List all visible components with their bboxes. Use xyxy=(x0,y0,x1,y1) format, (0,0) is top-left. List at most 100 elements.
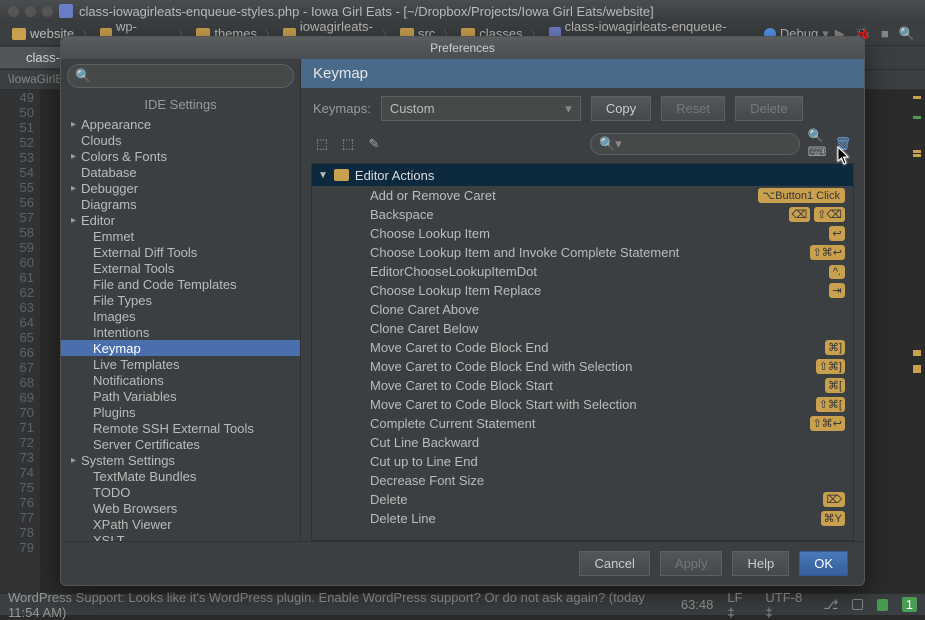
line-number[interactable]: 60 xyxy=(6,255,34,270)
file-encoding[interactable]: UTF-8 ‡ xyxy=(765,590,809,620)
settings-tree-item[interactable]: Server Certificates xyxy=(61,436,300,452)
settings-search-input[interactable] xyxy=(67,64,294,88)
action-row[interactable]: Delete⌦ xyxy=(312,490,853,509)
action-row[interactable]: Cut up to Line End xyxy=(312,452,853,471)
line-number[interactable]: 62 xyxy=(6,285,34,300)
action-row[interactable]: Move Caret to Code Block End with Select… xyxy=(312,357,853,376)
line-number[interactable]: 79 xyxy=(6,540,34,555)
settings-tree-item[interactable]: File and Code Templates xyxy=(61,276,300,292)
action-row[interactable]: Decrease Font Size xyxy=(312,471,853,490)
find-by-shortcut-icon[interactable]: 🔍⌨ xyxy=(808,135,826,153)
action-row[interactable]: Cut Line Backward xyxy=(312,433,853,452)
line-number[interactable]: 67 xyxy=(6,360,34,375)
action-row[interactable]: Backspace⌫⇧⌫ xyxy=(312,205,853,224)
action-category-row[interactable]: ▼ Editor Actions xyxy=(312,164,853,186)
line-number[interactable]: 68 xyxy=(6,375,34,390)
line-number[interactable]: 72 xyxy=(6,435,34,450)
cancel-button[interactable]: Cancel xyxy=(579,551,649,576)
status-message[interactable]: WordPress Support: Looks like it's WordP… xyxy=(8,590,653,620)
help-button[interactable]: Help xyxy=(732,551,789,576)
line-number[interactable]: 59 xyxy=(6,240,34,255)
action-row[interactable]: Choose Lookup Item and Invoke Complete S… xyxy=(312,243,853,262)
ok-button[interactable]: OK xyxy=(799,551,848,576)
line-number[interactable]: 51 xyxy=(6,120,34,135)
settings-tree-item[interactable]: ▸Editor xyxy=(61,212,300,228)
line-number[interactable]: 66 xyxy=(6,345,34,360)
trash-icon[interactable]: 🗑 xyxy=(834,135,852,153)
keymap-select[interactable]: Custom ▾ xyxy=(381,96,581,121)
settings-tree-item[interactable]: Database xyxy=(61,164,300,180)
line-separator[interactable]: LF ‡ xyxy=(727,590,751,620)
action-row[interactable]: Add or Remove Caret⌥Button1 Click xyxy=(312,186,853,205)
traffic-lights[interactable] xyxy=(8,6,53,17)
settings-tree-item[interactable]: Keymap xyxy=(61,340,300,356)
settings-tree-item[interactable]: ▸System Settings xyxy=(61,452,300,468)
copy-button[interactable]: Copy xyxy=(591,96,651,121)
git-branch-icon[interactable]: ⎇ xyxy=(823,597,838,613)
settings-tree-item[interactable]: Intentions xyxy=(61,324,300,340)
search-icon[interactable]: 🔍 xyxy=(895,26,919,42)
line-number[interactable]: 69 xyxy=(6,390,34,405)
line-number[interactable]: 56 xyxy=(6,195,34,210)
line-number[interactable]: 76 xyxy=(6,495,34,510)
collapse-all-icon[interactable]: ⬚ xyxy=(339,135,357,153)
edit-shortcut-icon[interactable]: ✎ xyxy=(365,135,383,153)
settings-tree-item[interactable]: XSLT xyxy=(61,532,300,541)
settings-tree-item[interactable]: Diagrams xyxy=(61,196,300,212)
line-number[interactable]: 63 xyxy=(6,300,34,315)
settings-tree-item[interactable]: External Diff Tools xyxy=(61,244,300,260)
action-row[interactable]: EditorChooseLookupItemDot^. xyxy=(312,262,853,281)
settings-tree-item[interactable]: File Types xyxy=(61,292,300,308)
action-row[interactable]: Clone Caret Below xyxy=(312,319,853,338)
line-number[interactable]: 54 xyxy=(6,165,34,180)
settings-tree[interactable]: ▸AppearanceClouds▸Colors & FontsDatabase… xyxy=(61,116,300,541)
line-number[interactable]: 49 xyxy=(6,90,34,105)
line-number[interactable]: 55 xyxy=(6,180,34,195)
line-number[interactable]: 73 xyxy=(6,450,34,465)
settings-tree-item[interactable]: Remote SSH External Tools xyxy=(61,420,300,436)
line-number[interactable]: 74 xyxy=(6,465,34,480)
line-number[interactable]: 58 xyxy=(6,225,34,240)
line-number[interactable]: 61 xyxy=(6,270,34,285)
expand-all-icon[interactable]: ⬚ xyxy=(313,135,331,153)
line-number[interactable]: 78 xyxy=(6,525,34,540)
caret-position[interactable]: 63:48 xyxy=(681,597,714,612)
settings-tree-item[interactable]: Web Browsers xyxy=(61,500,300,516)
actions-tree[interactable]: ▼ Editor Actions Add or Remove Caret⌥But… xyxy=(311,163,854,541)
settings-tree-item[interactable]: Images xyxy=(61,308,300,324)
action-row[interactable]: Clone Caret Above xyxy=(312,300,853,319)
action-row[interactable]: Choose Lookup Item Replace⇥ xyxy=(312,281,853,300)
line-number[interactable]: 65 xyxy=(6,330,34,345)
action-row[interactable]: Move Caret to Code Block Start with Sele… xyxy=(312,395,853,414)
settings-tree-item[interactable]: Clouds xyxy=(61,132,300,148)
settings-tree-item[interactable]: ▸Debugger xyxy=(61,180,300,196)
settings-tree-item[interactable]: ▸Colors & Fonts xyxy=(61,148,300,164)
apply-button[interactable]: Apply xyxy=(660,551,723,576)
settings-tree-item[interactable]: Emmet xyxy=(61,228,300,244)
settings-tree-item[interactable]: External Tools xyxy=(61,260,300,276)
line-number[interactable]: 70 xyxy=(6,405,34,420)
line-number[interactable]: 57 xyxy=(6,210,34,225)
line-number[interactable]: 71 xyxy=(6,420,34,435)
line-number[interactable]: 52 xyxy=(6,135,34,150)
reset-button[interactable]: Reset xyxy=(661,96,725,121)
notification-count[interactable]: 1 xyxy=(902,597,917,612)
action-row[interactable]: Choose Lookup Item↩ xyxy=(312,224,853,243)
settings-tree-item[interactable]: Live Templates xyxy=(61,356,300,372)
line-number[interactable]: 75 xyxy=(6,480,34,495)
line-number[interactable]: 64 xyxy=(6,315,34,330)
action-row[interactable]: Move Caret to Code Block End⌘] xyxy=(312,338,853,357)
settings-tree-item[interactable]: Notifications xyxy=(61,372,300,388)
line-number[interactable]: 50 xyxy=(6,105,34,120)
error-stripe[interactable] xyxy=(911,90,921,593)
readonly-lock-icon[interactable] xyxy=(852,599,862,610)
action-row[interactable]: Delete Line⌘Y xyxy=(312,509,853,528)
disclosure-triangle-icon[interactable]: ▼ xyxy=(318,170,328,181)
settings-tree-item[interactable]: Path Variables xyxy=(61,388,300,404)
settings-tree-item[interactable]: XPath Viewer xyxy=(61,516,300,532)
settings-tree-item[interactable]: TODO xyxy=(61,484,300,500)
settings-tree-item[interactable]: TextMate Bundles xyxy=(61,468,300,484)
hector-icon[interactable] xyxy=(877,599,888,611)
action-row[interactable]: Move Caret to Code Block Start⌘[ xyxy=(312,376,853,395)
settings-tree-item[interactable]: Plugins xyxy=(61,404,300,420)
